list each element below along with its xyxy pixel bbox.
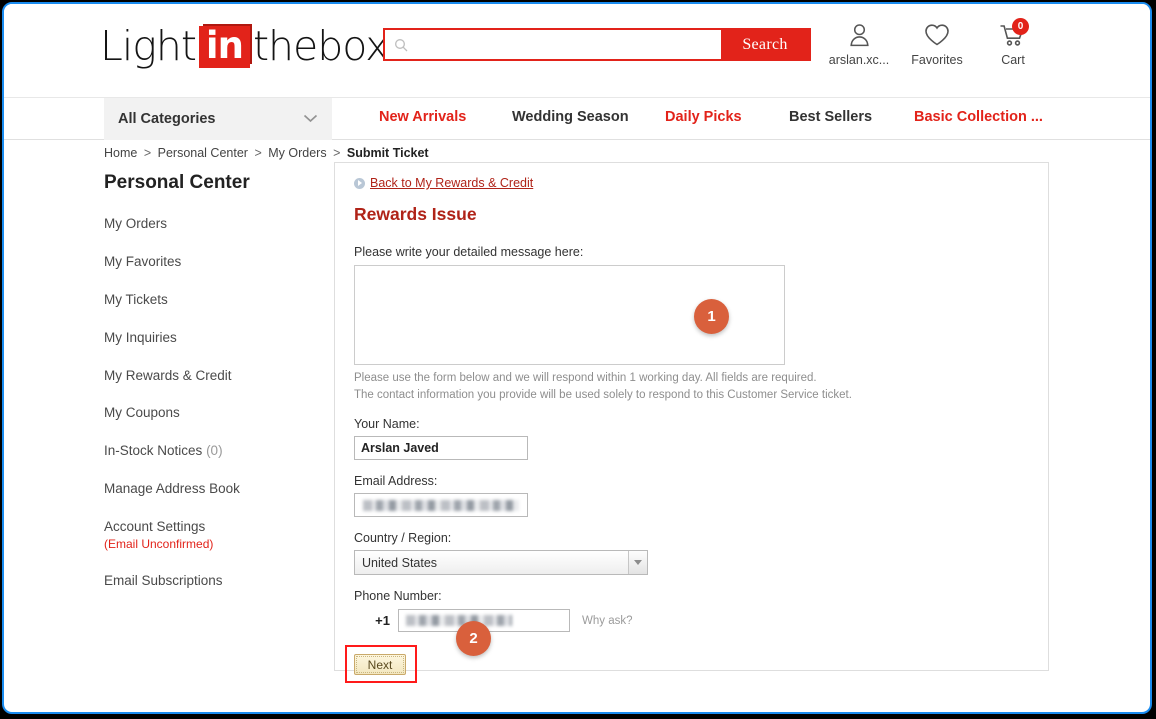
main-navigation: All Categories New Arrivals Wedding Seas… <box>4 97 1150 140</box>
sidebar-item-my-favorites[interactable]: My Favorites <box>104 254 319 271</box>
nav-link-best-sellers[interactable]: Best Sellers <box>789 109 872 125</box>
sidebar-item-in-stock-notices[interactable]: In-Stock Notices (0) <box>104 443 319 460</box>
cart-label: Cart <box>1001 53 1025 67</box>
sidebar-item-label: My Tickets <box>104 291 168 307</box>
breadcrumb-current: Submit Ticket <box>346 146 429 160</box>
sidebar-item-label: My Orders <box>104 216 168 231</box>
sidebar-item-count: (0) <box>206 443 223 459</box>
favorites-link[interactable]: Favorites <box>897 20 977 67</box>
email-label: Email Address: <box>354 474 438 489</box>
submit-ticket-panel: Back to My Rewards & Credit Rewards Issu… <box>334 162 1049 684</box>
next-button-area: Next <box>345 645 426 684</box>
sidebar-item-account-settings[interactable]: Account Settings (Email Unconfirmed) <box>104 519 319 552</box>
breadcrumb-separator: > <box>143 146 152 160</box>
sidebar-item-label: Manage Address Book <box>104 481 240 497</box>
phone-country-code: +1 <box>375 613 390 629</box>
country-select[interactable]: United States <box>354 550 648 576</box>
annotation-badge-2: 2 <box>456 621 491 656</box>
sidebar-item-my-inquiries[interactable]: My Inquiries <box>104 330 319 347</box>
user-icon <box>819 20 899 50</box>
nav-link-wedding-season[interactable]: Wedding Season <box>512 109 629 125</box>
sidebar-item-label: My Favorites <box>104 253 182 269</box>
sidebar-title: Personal Center <box>104 172 250 193</box>
logo-text-highlight: in <box>198 26 250 68</box>
breadcrumb-separator: > <box>254 146 262 160</box>
chevron-down-icon[interactable] <box>628 551 647 575</box>
breadcrumb-item-home[interactable]: Home <box>104 146 137 160</box>
page-title: Rewards Issue <box>354 204 477 224</box>
arrow-right-icon <box>354 177 365 189</box>
chevron-down-icon <box>303 111 318 127</box>
why-ask-link[interactable]: Why ask? <box>582 615 633 627</box>
site-header: Light in thebox Search arslan.xc... Favo… <box>4 4 1150 97</box>
message-label: Please write your detailed message here: <box>354 245 584 259</box>
logo-text-part2: thebox <box>252 22 389 70</box>
search-input-wrapper[interactable] <box>385 30 721 59</box>
sidebar-item-label: Email Subscriptions <box>104 572 223 588</box>
all-categories-dropdown[interactable]: All Categories <box>104 98 332 140</box>
account-label: arslan.xc... <box>828 53 890 67</box>
nav-link-basic-collection[interactable]: Basic Collection ... <box>914 109 1043 125</box>
country-select-value: United States <box>362 555 438 570</box>
breadcrumb-separator: > <box>333 146 341 160</box>
annotation-badge-1: 1 <box>694 299 729 334</box>
sidebar-item-my-rewards-credit[interactable]: My Rewards & Credit <box>104 368 319 385</box>
browser-viewport: Light in thebox Search arslan.xc... Favo… <box>2 2 1152 714</box>
site-logo[interactable]: Light in thebox <box>100 22 389 70</box>
email-input-value-redacted <box>363 499 519 511</box>
account-menu[interactable]: arslan.xc... <box>819 20 899 67</box>
back-to-rewards-link[interactable]: Back to My Rewards & Credit <box>354 176 1048 190</box>
sidebar-item-email-subscriptions[interactable]: Email Subscriptions <box>104 573 319 590</box>
personal-center-sidebar: Personal Center My Orders My Favorites M… <box>104 172 319 611</box>
favorites-label: Favorites <box>911 53 963 67</box>
logo-text-part1: Light <box>100 22 197 70</box>
name-input[interactable]: Arslan Javed <box>354 436 528 461</box>
form-note-line-1: Please use the form below and we will re… <box>354 372 817 384</box>
sidebar-item-manage-address-book[interactable]: Manage Address Book <box>104 481 319 498</box>
breadcrumb: Home > Personal Center > My Orders > Sub… <box>104 146 429 160</box>
breadcrumb-item-personal-center[interactable]: Personal Center <box>158 146 248 160</box>
next-button[interactable]: Next <box>354 654 406 676</box>
sidebar-item-email-unconfirmed-note: (Email Unconfirmed) <box>104 536 214 551</box>
heart-icon <box>897 20 977 50</box>
sidebar-item-my-tickets[interactable]: My Tickets <box>104 292 319 309</box>
sidebar-item-label: My Inquiries <box>104 329 177 345</box>
phone-input-value-redacted <box>406 615 512 627</box>
name-input-value: Arslan Javed <box>361 441 439 456</box>
back-link-label: Back to My Rewards & Credit <box>370 176 534 190</box>
nav-link-new-arrivals[interactable]: New Arrivals <box>379 109 466 125</box>
sidebar-item-my-orders[interactable]: My Orders <box>104 216 319 233</box>
search-bar[interactable]: Search <box>383 28 811 61</box>
sidebar-item-label: Account Settings <box>104 519 206 534</box>
sidebar-item-label: My Coupons <box>104 405 180 421</box>
form-note-line-2: The contact information you provide will… <box>354 388 852 401</box>
email-input[interactable] <box>354 493 528 518</box>
cart-count-badge: 0 <box>1012 18 1029 35</box>
breadcrumb-item-my-orders[interactable]: My Orders <box>268 146 326 160</box>
nav-link-daily-picks[interactable]: Daily Picks <box>665 109 742 125</box>
phone-label: Phone Number: <box>354 589 442 604</box>
search-button[interactable]: Search <box>721 30 809 59</box>
sidebar-item-label: My Rewards & Credit <box>104 367 232 383</box>
search-input[interactable] <box>409 30 721 59</box>
name-label: Your Name: <box>354 417 420 432</box>
all-categories-label: All Categories <box>118 111 216 127</box>
sidebar-item-my-coupons[interactable]: My Coupons <box>104 405 319 422</box>
search-icon <box>395 38 408 51</box>
country-label: Country / Region: <box>354 531 452 546</box>
sidebar-item-label: In-Stock Notices <box>104 443 203 459</box>
